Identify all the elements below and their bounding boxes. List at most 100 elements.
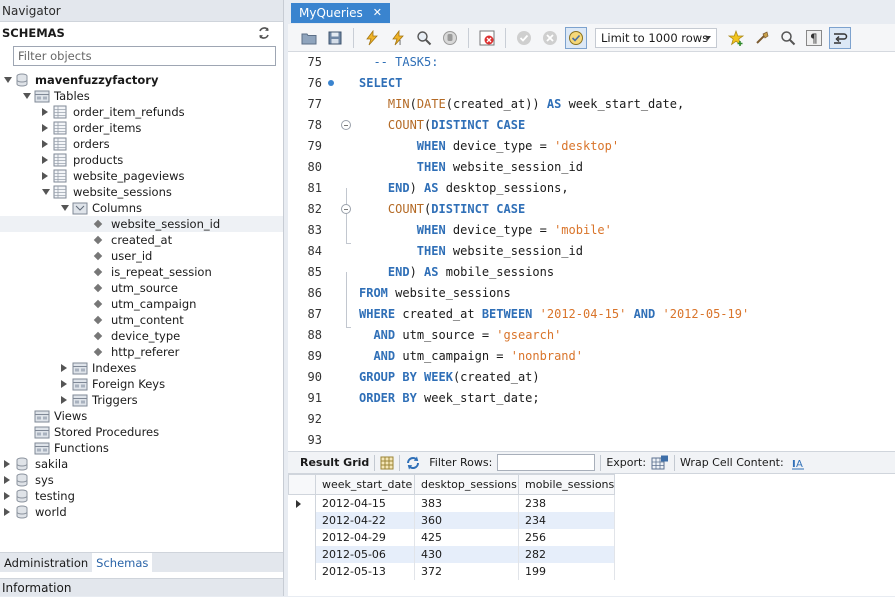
table-cell[interactable]: 199 xyxy=(518,562,616,580)
column-header[interactable]: week_start_date xyxy=(315,474,415,495)
expand-closed-icon[interactable] xyxy=(42,124,50,132)
code-line[interactable]: 92 xyxy=(288,409,895,430)
open-file-icon[interactable] xyxy=(298,27,320,49)
tree-item[interactable]: is_repeat_session xyxy=(0,264,283,280)
expand-open-icon[interactable] xyxy=(61,204,69,212)
expand-closed-icon[interactable] xyxy=(4,508,12,516)
explain-icon[interactable] xyxy=(413,27,435,49)
tree-item[interactable]: utm_campaign xyxy=(0,296,283,312)
tree-item[interactable]: website_session_id xyxy=(0,216,283,232)
tree-item[interactable]: Indexes xyxy=(0,360,283,376)
tab-schemas[interactable]: Schemas xyxy=(92,553,153,572)
table-cell[interactable]: 2012-04-22 xyxy=(315,511,415,529)
tree-item[interactable]: utm_content xyxy=(0,312,283,328)
execute-icon[interactable] xyxy=(361,27,383,49)
table-row[interactable]: 2012-04-22 360 234 xyxy=(288,511,616,529)
tree-item[interactable]: products xyxy=(0,152,283,168)
code-line[interactable]: 76 SELECT xyxy=(288,73,895,94)
expand-open-icon[interactable] xyxy=(4,76,12,84)
code-line[interactable]: 83 WHEN device_type = 'mobile' xyxy=(288,220,895,241)
expand-closed-icon[interactable] xyxy=(61,396,69,404)
tree-item[interactable]: website_sessions xyxy=(0,184,283,200)
expand-open-icon[interactable] xyxy=(42,188,50,196)
tree-item[interactable]: Functions xyxy=(0,440,283,456)
tree-item[interactable]: Columns xyxy=(0,200,283,216)
row-marker[interactable] xyxy=(288,511,316,529)
tree-item[interactable]: Views xyxy=(0,408,283,424)
table-cell[interactable]: 2012-04-29 xyxy=(315,528,415,546)
tree-item[interactable]: utm_source xyxy=(0,280,283,296)
code-line[interactable]: 75 -- TASK5: xyxy=(288,52,895,73)
expand-closed-icon[interactable] xyxy=(42,108,50,116)
table-row[interactable]: 2012-05-06 430 282 xyxy=(288,545,616,563)
table-cell[interactable]: 372 xyxy=(414,562,519,580)
table-row[interactable]: 2012-05-13 372 199 xyxy=(288,562,616,580)
code-line[interactable]: 85 END) AS mobile_sessions xyxy=(288,262,895,283)
tree-item[interactable]: orders xyxy=(0,136,283,152)
find-icon[interactable] xyxy=(777,27,799,49)
tab-result-grid[interactable]: Result Grid xyxy=(300,456,369,469)
wrap-cell-icon[interactable]: IA xyxy=(791,456,805,470)
fold-collapse-icon[interactable] xyxy=(341,204,351,214)
table-cell[interactable]: 383 xyxy=(414,494,519,512)
code-line[interactable]: 82 COUNT(DISTINCT CASE xyxy=(288,199,895,220)
code-line[interactable]: 89 AND utm_campaign = 'nonbrand' xyxy=(288,346,895,367)
tree-item[interactable]: user_id xyxy=(0,248,283,264)
code-line[interactable]: 87 WHERE created_at BETWEEN '2012-04-15' … xyxy=(288,304,895,325)
column-header[interactable]: desktop_sessions xyxy=(414,474,519,495)
close-tab-icon[interactable]: ✕ xyxy=(373,3,382,23)
table-row[interactable]: 2012-04-29 425 256 xyxy=(288,528,616,546)
table-cell[interactable]: 2012-04-15 xyxy=(315,494,415,512)
stop-icon[interactable] xyxy=(439,27,461,49)
tree-item[interactable]: http_referer xyxy=(0,344,283,360)
tree-item[interactable]: order_items xyxy=(0,120,283,136)
code-line[interactable]: 88 AND utm_source = 'gsearch' xyxy=(288,325,895,346)
stop-on-error-icon[interactable] xyxy=(476,27,498,49)
code-line[interactable]: 91 ORDER BY week_start_date; xyxy=(288,388,895,409)
code-line[interactable]: 90 GROUP BY WEEK(created_at) xyxy=(288,367,895,388)
autocommit-toggle-icon[interactable] xyxy=(565,26,587,49)
export-icon[interactable] xyxy=(651,455,669,471)
tree-item[interactable]: website_pageviews xyxy=(0,168,283,184)
table-cell[interactable]: 2012-05-06 xyxy=(315,545,415,563)
table-row[interactable]: 2012-04-15 383 238 xyxy=(288,494,616,512)
refresh-icon[interactable] xyxy=(257,26,271,40)
tree-item[interactable]: sys xyxy=(0,472,283,488)
expand-closed-icon[interactable] xyxy=(42,156,50,164)
row-marker[interactable] xyxy=(288,562,316,580)
grid-view-icon[interactable] xyxy=(380,456,394,470)
expand-closed-icon[interactable] xyxy=(4,476,12,484)
code-line[interactable]: 79 WHEN device_type = 'desktop' xyxy=(288,136,895,157)
table-cell[interactable]: 425 xyxy=(414,528,519,546)
code-line[interactable]: 84 THEN website_session_id xyxy=(288,241,895,262)
tree-item[interactable]: mavenfuzzyfactory xyxy=(0,72,283,88)
tree-item[interactable]: Triggers xyxy=(0,392,283,408)
fold-collapse-icon[interactable] xyxy=(341,120,351,130)
tree-item[interactable]: world xyxy=(0,504,283,520)
commit-icon[interactable] xyxy=(513,27,535,49)
table-cell[interactable]: 256 xyxy=(518,528,616,546)
row-marker[interactable] xyxy=(288,494,316,512)
table-cell[interactable]: 360 xyxy=(414,511,519,529)
expand-closed-icon[interactable] xyxy=(42,172,50,180)
tab-administration[interactable]: Administration xyxy=(0,553,92,572)
save-icon[interactable] xyxy=(324,27,346,49)
tab-myqueries[interactable]: MyQueries ✕ xyxy=(291,3,391,23)
tree-item[interactable]: Foreign Keys xyxy=(0,376,283,392)
table-cell[interactable]: 234 xyxy=(518,511,616,529)
code-line[interactable]: 86 FROM website_sessions xyxy=(288,283,895,304)
column-header[interactable]: mobile_sessions xyxy=(517,474,616,495)
row-marker[interactable] xyxy=(288,545,316,563)
tree-item[interactable]: device_type xyxy=(0,328,283,344)
expand-closed-icon[interactable] xyxy=(4,492,12,500)
tree-item[interactable]: Tables xyxy=(0,88,283,104)
invisible-chars-icon[interactable]: ¶ xyxy=(803,27,825,49)
tree-item[interactable]: testing xyxy=(0,488,283,504)
code-line[interactable]: 77 MIN(DATE(created_at)) AS week_start_d… xyxy=(288,94,895,115)
table-cell[interactable]: 282 xyxy=(518,545,616,563)
table-cell[interactable]: 430 xyxy=(414,545,519,563)
rollback-icon[interactable] xyxy=(539,27,561,49)
limit-rows-select[interactable]: Limit to 1000 rows xyxy=(595,27,717,48)
execute-current-icon[interactable]: I xyxy=(387,27,409,49)
add-snippet-star-icon[interactable] xyxy=(725,27,747,49)
